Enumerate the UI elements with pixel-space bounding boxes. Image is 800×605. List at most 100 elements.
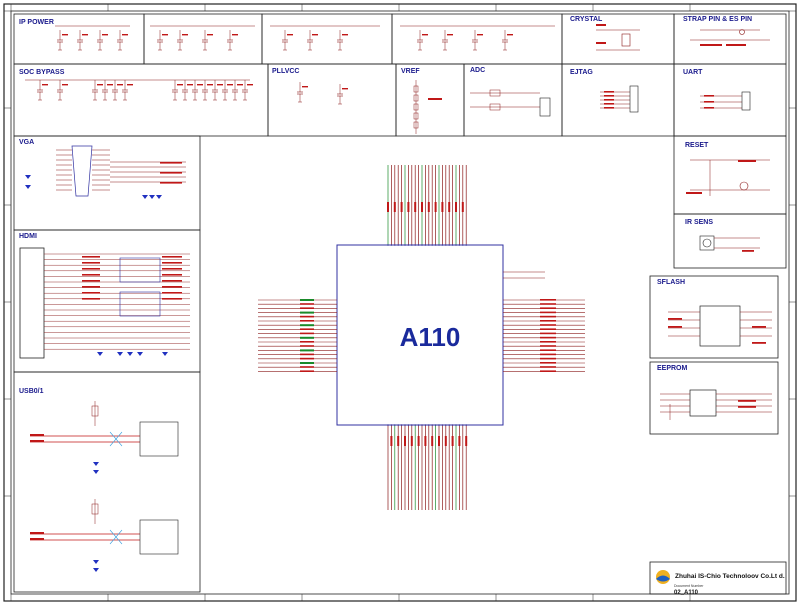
pin-dot	[414, 244, 417, 246]
pin-dot	[428, 424, 430, 426]
pin-dot	[397, 244, 400, 246]
usb-net	[30, 434, 44, 436]
pin-dot	[458, 244, 461, 246]
cap-label-bar	[207, 84, 213, 86]
sheet-frame	[3, 3, 797, 602]
pin-dot	[448, 424, 451, 426]
top-bus-net	[427, 202, 430, 212]
pin-dot	[428, 244, 430, 246]
reset-net	[686, 192, 702, 194]
ejtag-net	[604, 103, 614, 105]
schematic-canvas: IP POWER CRYSTAL STRAP PIN & ES PIN SOC …	[3, 3, 797, 602]
tvs-diode-icon	[142, 195, 148, 199]
right-bus-net	[540, 362, 556, 364]
right-bus-net	[540, 366, 556, 368]
pin-dot	[400, 424, 403, 426]
hdmi-net	[82, 292, 100, 294]
cap-label-bar	[197, 84, 203, 86]
pin-dot	[411, 424, 413, 426]
hdmi-net	[162, 274, 182, 276]
tvs-diode-icon	[93, 560, 99, 564]
reset-net	[738, 160, 756, 162]
bottom-bus-net	[444, 436, 447, 446]
tvs-diode-icon	[93, 470, 99, 474]
schematic-sheet: IP POWER CRYSTAL STRAP PIN & ES PIN SOC …	[0, 0, 800, 605]
tvs-diode-icon	[137, 352, 143, 356]
cap-label-bar	[312, 34, 318, 36]
cap-label-bar	[177, 84, 183, 86]
ejtag-net	[604, 95, 614, 97]
right-bus-net	[540, 307, 556, 309]
pin-dot	[441, 244, 444, 246]
left-bus-net	[300, 336, 314, 339]
bottom-bus-net	[451, 436, 454, 446]
company-name: Zhuhai IS-Chio Technoloov Co.Lt d.	[675, 573, 785, 580]
cap-label-bar	[207, 34, 213, 36]
tvs-diode-icon	[93, 462, 99, 466]
uart-connector	[741, 91, 751, 111]
cap-label-bar	[247, 84, 253, 86]
top-bus-net	[400, 202, 403, 212]
pin-dot	[424, 424, 427, 426]
cap-label-bar	[182, 34, 188, 36]
cap-label-bar	[62, 34, 68, 36]
cap-label-bar	[107, 84, 113, 86]
cap-label-bar	[232, 34, 238, 36]
pin-dot	[414, 424, 417, 426]
right-bus-net	[540, 311, 556, 314]
tvs-diode-icon	[149, 195, 155, 199]
ejtag-connector	[629, 85, 639, 113]
ir-receiver-icon	[699, 235, 715, 251]
right-bus-net	[540, 353, 556, 356]
hdmi-esd-ic	[119, 291, 161, 317]
pin-dot	[445, 244, 447, 246]
hdmi-net	[162, 256, 182, 258]
bottom-bus-net	[417, 436, 420, 446]
cap-label-bar	[302, 86, 308, 88]
left-bus-net	[300, 332, 314, 335]
tvs-diode-icon	[162, 352, 168, 356]
title-block: Zhuhai IS-Chio Technoloov Co.Lt d. Docum…	[656, 570, 785, 596]
pin-dot	[421, 244, 423, 246]
vga-net	[160, 172, 182, 174]
cap-label-bar	[237, 84, 243, 86]
right-bus-net	[540, 324, 556, 326]
pin-dot	[394, 424, 396, 426]
ejtag-net	[604, 91, 614, 93]
bottom-bus-net	[431, 436, 434, 446]
pin-dot	[465, 424, 468, 426]
pin-dot	[451, 424, 454, 426]
cap-label-bar	[342, 34, 348, 36]
top-bus-net	[421, 202, 423, 212]
sheet-inner-frame	[10, 10, 790, 595]
left-bus-net	[300, 341, 314, 343]
hdmi-net	[162, 280, 182, 282]
sflash-net	[668, 326, 682, 328]
panel-border-9	[463, 63, 563, 137]
panel-title-vga: VGA	[19, 139, 34, 146]
panel-title-crystal: CRYSTAL	[570, 16, 603, 23]
cap-label-bar	[102, 34, 108, 36]
cap-label-bar	[227, 84, 233, 86]
right-bus-net	[540, 332, 556, 335]
pin-dot	[407, 244, 410, 246]
hdmi-net	[82, 256, 100, 258]
panel-border-2	[261, 13, 393, 65]
pin-dot	[394, 244, 396, 246]
panel-title-adc: ADC	[470, 67, 485, 74]
hdmi-net	[82, 274, 100, 276]
hdmi-net	[82, 262, 100, 264]
pin-dot	[462, 424, 464, 426]
top-bus-net	[387, 202, 389, 212]
pin-dot	[451, 244, 454, 246]
pin-dot	[387, 424, 389, 426]
pin-dot	[448, 244, 451, 246]
left-bus-net	[300, 362, 314, 364]
sflash-net	[752, 326, 766, 328]
panel-title-soc-bypass: SOC BYPASS	[19, 69, 65, 76]
tvs-diode-icon	[117, 352, 123, 356]
crystal-net	[596, 42, 606, 44]
crystal-net	[596, 24, 606, 26]
pin-dot	[465, 244, 468, 246]
bottom-bus-net	[397, 436, 400, 446]
